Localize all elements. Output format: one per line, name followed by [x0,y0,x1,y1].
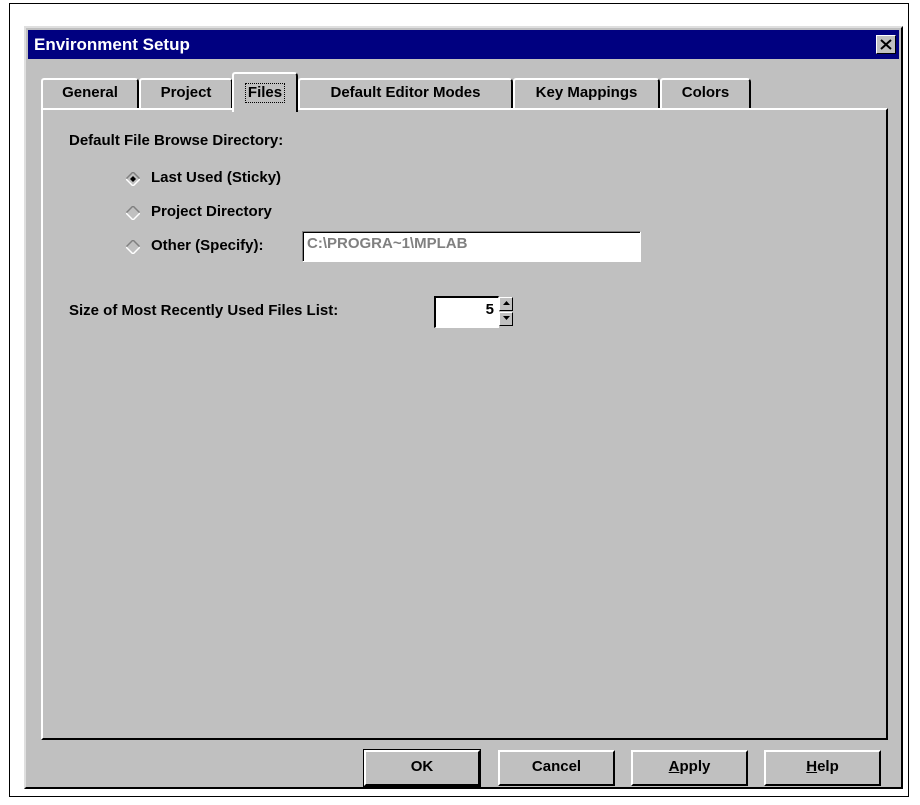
tab-files[interactable]: Files [232,72,298,112]
browse-directory-label: Default File Browse Directory: [69,132,284,149]
tab-key-mappings[interactable]: Key Mappings [513,78,660,108]
arrow-down-icon [503,316,510,320]
radio-project-directory-label[interactable]: Project Directory [151,203,272,220]
ok-label: OK [410,758,434,775]
cancel-label: Cancel [531,758,582,775]
tab-project[interactable]: Project [139,78,233,108]
close-button[interactable] [876,35,896,54]
help-mnemonic: H [806,758,818,775]
tab-default-editor-modes[interactable]: Default Editor Modes [298,78,513,108]
tab-label: Default Editor Modes [330,84,481,101]
tab-label: Key Mappings [535,84,638,101]
tab-label: General [62,84,118,101]
cancel-button[interactable]: Cancel [498,750,615,786]
spin-down-button[interactable] [499,312,513,326]
apply-label: pply [679,758,711,775]
radio-other[interactable] [126,240,140,254]
mru-size-label: Size of Most Recently Used Files List: [69,302,339,319]
radio-last-used-label[interactable]: Last Used (Sticky) [151,169,281,186]
radio-project-directory[interactable] [126,206,140,220]
ok-button[interactable]: OK [363,749,481,787]
mru-size-input[interactable]: 5 [434,296,499,328]
radio-last-used[interactable] [126,172,140,186]
help-label: elp [817,758,839,775]
close-icon [880,39,892,50]
files-tab-panel: Default File Browse Directory: Last Used… [41,108,888,740]
environment-setup-dialog: Environment Setup General Project Files … [24,26,903,789]
window-title: Environment Setup [34,35,190,54]
help-button[interactable]: Help [764,750,881,786]
tab-label: Colors [681,84,730,101]
apply-mnemonic: A [668,758,680,775]
tab-label: Files [244,83,286,103]
tab-label: Project [160,84,212,101]
title-bar: Environment Setup [28,30,899,59]
tab-general[interactable]: General [41,78,139,108]
other-directory-field[interactable]: C:\PROGRA~1\MPLAB [302,231,641,262]
spin-up-button[interactable] [499,297,513,311]
apply-button[interactable]: Apply [631,750,748,786]
tab-colors[interactable]: Colors [660,78,751,108]
arrow-up-icon [503,301,510,305]
radio-other-label[interactable]: Other (Specify): [151,237,264,254]
